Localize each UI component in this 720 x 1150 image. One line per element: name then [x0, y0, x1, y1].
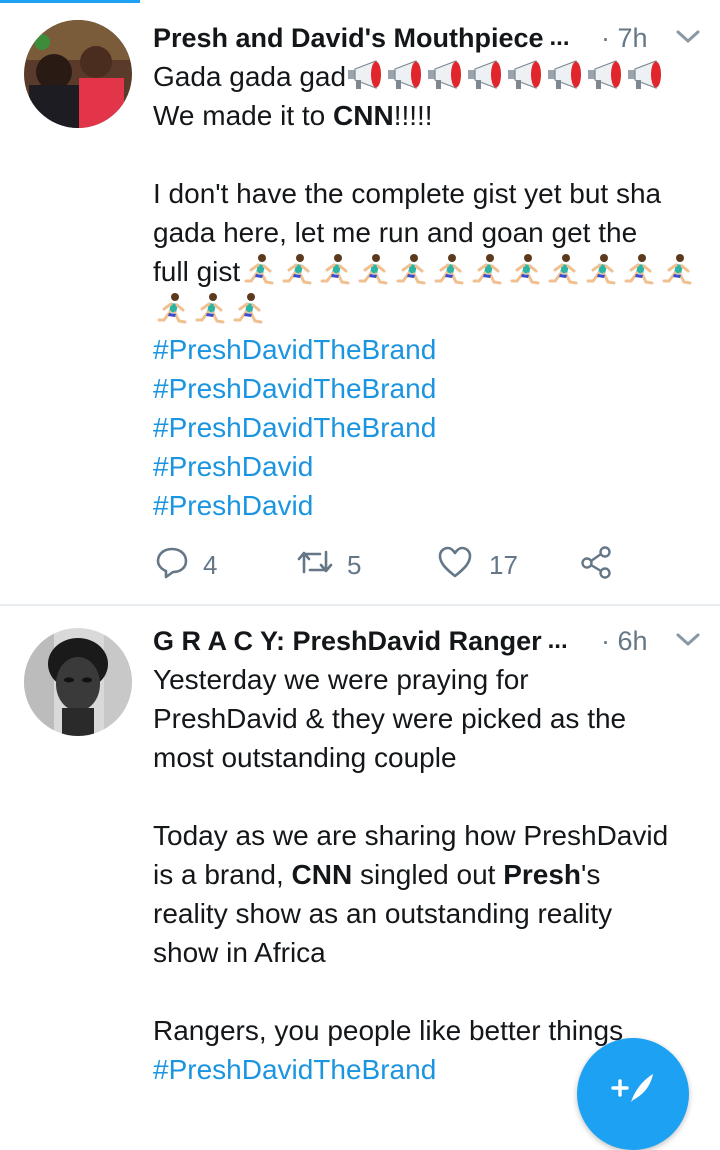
text-line: most outstanding couple — [153, 742, 457, 773]
megaphone-emoji — [506, 58, 546, 92]
text-line: reality show as an outstanding reality — [153, 898, 613, 929]
running-man-emoji — [468, 253, 506, 287]
hashtag-link[interactable]: #PreshDavidTheBrand — [153, 330, 713, 369]
chevron-down-icon[interactable] — [673, 26, 703, 53]
running-man-emoji — [354, 253, 392, 287]
running-man-emoji — [392, 253, 430, 287]
reply-count: 4 — [203, 549, 218, 580]
timestamp[interactable]: · 7h — [601, 23, 648, 54]
megaphone-emoji — [426, 58, 466, 92]
name-ellipsis: ... — [549, 24, 570, 51]
like-count: 17 — [489, 549, 518, 580]
text-line: I don't have the complete gist yet but s… — [153, 178, 662, 209]
bold-text: Presh — [503, 859, 582, 890]
running-man-emoji — [658, 253, 696, 287]
compose-button[interactable] — [577, 1038, 689, 1150]
hashtag-link[interactable]: #PreshDavid — [153, 447, 713, 486]
megaphone-emoji — [626, 58, 666, 92]
text-line: full gist — [153, 256, 241, 287]
text-line: Today as we are sharing how PreshDavid — [153, 820, 669, 851]
text-line: gada here, let me run and goan get the — [153, 217, 638, 248]
text-line: We made it to — [153, 100, 334, 131]
share-button[interactable] — [579, 545, 613, 585]
retweet-button[interactable]: 5 — [295, 545, 361, 585]
retweet-count: 5 — [347, 549, 362, 580]
running-emoji-row — [240, 253, 696, 287]
text-line: !!!!! — [393, 100, 433, 131]
hashtag-link[interactable]: #PreshDavidTheBrand — [153, 369, 713, 408]
running-man-emoji — [153, 292, 191, 326]
text-line: singled out — [352, 859, 504, 890]
tweet-2[interactable]: G R A C Y: PreshDavid Ranger ... · 6h Ye… — [0, 606, 720, 1098]
chevron-down-icon[interactable] — [673, 629, 703, 656]
running-man-emoji — [229, 292, 267, 326]
megaphone-emoji — [546, 58, 586, 92]
megaphone-emoji-row — [346, 58, 666, 92]
hashtag-link[interactable]: #PreshDavid — [153, 486, 713, 525]
avatar[interactable] — [24, 20, 132, 128]
hashtag-link[interactable]: #PreshDavidTheBrand — [153, 408, 713, 447]
running-man-emoji — [506, 253, 544, 287]
share-icon — [579, 545, 613, 586]
text-line: is a brand, — [153, 859, 292, 890]
tweet-1[interactable]: Presh and David's Mouthpiece ... · 7h Ga… — [0, 0, 720, 604]
like-icon — [437, 545, 473, 586]
text-line: show in Africa — [153, 937, 326, 968]
megaphone-emoji — [466, 58, 506, 92]
tweet-text: Yesterday we were praying for PreshDavid… — [153, 660, 713, 1089]
bold-text: CNN — [333, 100, 394, 131]
timestamp[interactable]: · 6h — [601, 626, 648, 657]
retweet-icon — [295, 545, 335, 586]
avatar[interactable] — [24, 628, 132, 736]
reply-button[interactable]: 4 — [155, 545, 217, 585]
compose-icon — [607, 1068, 657, 1113]
text-line: 's — [581, 859, 601, 890]
author-name[interactable]: G R A C Y: PreshDavid Ranger — [153, 626, 542, 657]
author-name[interactable]: Presh and David's Mouthpiece — [153, 23, 544, 54]
running-man-emoji — [191, 292, 229, 326]
text-line: PreshDavid & they were picked as the — [153, 703, 627, 734]
running-man-emoji — [240, 253, 278, 287]
tweet-text: Gada gada gad We made it to CNN!!!!! I d… — [153, 57, 713, 525]
running-man-emoji — [316, 253, 354, 287]
megaphone-emoji — [346, 58, 386, 92]
tweet-actions: 4 5 17 — [155, 545, 655, 585]
text-line: Gada gada gad — [153, 61, 347, 92]
running-man-emoji — [430, 253, 468, 287]
megaphone-emoji — [386, 58, 426, 92]
name-ellipsis: ... — [547, 627, 568, 654]
running-emoji-row — [153, 292, 267, 326]
running-man-emoji — [278, 253, 316, 287]
bold-text: CNN — [291, 859, 353, 890]
running-man-emoji — [582, 253, 620, 287]
megaphone-emoji — [586, 58, 626, 92]
text-line: Yesterday we were praying for — [153, 664, 529, 695]
like-button[interactable]: 17 — [437, 545, 518, 585]
running-man-emoji — [544, 253, 582, 287]
running-man-emoji — [620, 253, 658, 287]
reply-icon — [155, 545, 189, 586]
